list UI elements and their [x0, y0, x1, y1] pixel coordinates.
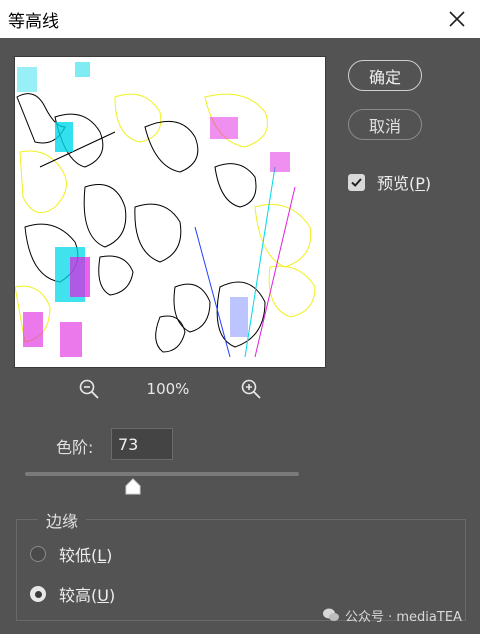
- zoom-out-icon: [79, 379, 99, 399]
- preview-checkbox-row[interactable]: 预览(P): [348, 170, 431, 194]
- close-button[interactable]: [440, 3, 474, 35]
- close-icon: [449, 11, 465, 27]
- zoom-out-button[interactable]: [76, 376, 102, 402]
- radio-lower[interactable]: 较低(L): [30, 542, 112, 566]
- radio-lower-button[interactable]: [30, 546, 46, 562]
- level-label: 色阶:: [56, 438, 94, 457]
- preview-image[interactable]: [14, 56, 326, 368]
- zoom-level: 100%: [146, 380, 190, 398]
- cancel-button[interactable]: 取消: [348, 109, 422, 140]
- radio-lower-label: 较低(L): [59, 546, 113, 565]
- ok-button[interactable]: 确定: [348, 60, 422, 91]
- wechat-icon: [323, 608, 339, 621]
- watermark-text: 公众号 · mediaTEA: [345, 609, 462, 625]
- dialog-title: 等高线: [8, 12, 59, 32]
- checkmark-icon: [351, 177, 362, 187]
- level-slider-track[interactable]: [25, 472, 299, 476]
- slider-thumb-icon: [125, 478, 141, 495]
- contour-preview-graphic: [15, 57, 325, 367]
- preview-checkbox[interactable]: [348, 173, 365, 191]
- edge-legend: 边缘: [38, 508, 87, 532]
- level-input[interactable]: 73: [111, 428, 173, 460]
- radio-upper-label: 较高(U): [59, 586, 116, 605]
- zoom-in-icon: [241, 379, 261, 399]
- watermark: 公众号 · mediaTEA: [322, 604, 462, 626]
- radio-upper-button[interactable]: [30, 586, 46, 602]
- title-bar: 等高线: [0, 0, 480, 38]
- radio-upper[interactable]: 较高(U): [30, 582, 115, 606]
- zoom-in-button[interactable]: [238, 376, 264, 402]
- zoom-controls: 100%: [0, 376, 340, 404]
- level-slider-thumb[interactable]: [124, 478, 142, 496]
- preview-label: 预览(P): [377, 174, 432, 193]
